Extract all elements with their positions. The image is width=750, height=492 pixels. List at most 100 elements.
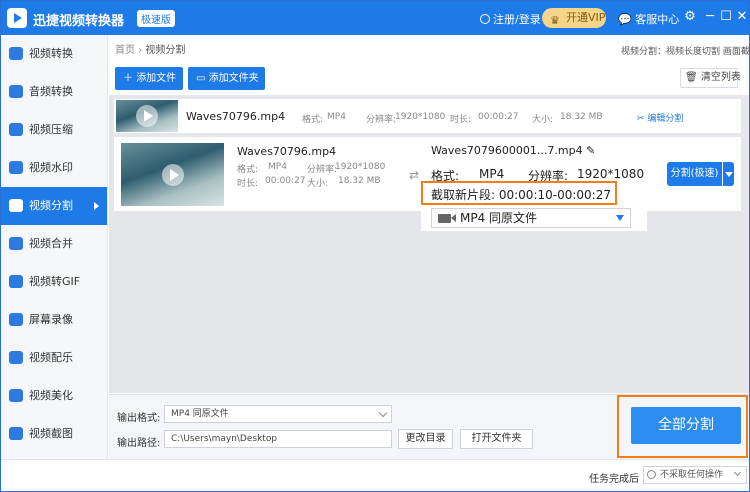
scissors-icon: ✂ xyxy=(637,114,645,124)
sidebar-item-label: 视频美化 xyxy=(29,389,73,402)
format-label: 格式: xyxy=(237,165,259,175)
format-label: 格式: xyxy=(302,115,324,125)
sidebar-item-label: 视频水印 xyxy=(29,161,73,174)
clock-icon xyxy=(647,470,656,479)
add-folder-button[interactable]: ▭ 添加文件夹 xyxy=(188,67,265,90)
split-icon xyxy=(9,199,23,212)
breadcrumb-home[interactable]: 首页 xyxy=(115,45,135,56)
video-convert-icon xyxy=(9,47,23,60)
add-file-button[interactable]: ＋ 添加文件 xyxy=(115,67,183,90)
edit-split-label: 编辑分割 xyxy=(647,114,684,124)
sidebar-item-label: 屏幕录像 xyxy=(29,313,73,326)
trash-icon: 🗑 xyxy=(685,72,698,83)
clear-list-button[interactable]: 🗑 清空列表 xyxy=(680,68,741,88)
edit-split-link[interactable]: ✂ 编辑分割 xyxy=(637,111,683,124)
output-path-field[interactable]: C:\Users\mayn\Desktop xyxy=(164,430,392,448)
feature-description: 视频分割：视频长度切割 画面截剪 xyxy=(621,47,750,57)
breadcrumb: 首页 › 视频分割 xyxy=(115,41,185,56)
sidebar-item-label: 视频压缩 xyxy=(29,123,73,136)
close-button[interactable]: ✕ xyxy=(734,9,749,24)
output-file-name[interactable]: Waves7079600001...7.mp4 ✎ xyxy=(431,144,595,157)
crown-icon: ♛ xyxy=(550,14,560,27)
settings-icon[interactable]: ⚙ xyxy=(682,9,698,24)
size-value: 18.32 MB xyxy=(338,176,381,186)
resolution-value: 1920*1080 xyxy=(395,112,446,122)
split-all-button[interactable]: 全部分割 xyxy=(631,407,741,444)
music-icon xyxy=(9,351,23,364)
service-label: 客服中心 xyxy=(635,13,680,26)
sidebar-item-label: 视频分割 xyxy=(29,199,73,212)
app-title: 迅捷视频转换器 xyxy=(33,14,125,29)
sidebar-item-video-music[interactable]: 视频配乐 xyxy=(1,339,107,377)
output-format-dropdown-value: MP4 同原文件 xyxy=(171,409,229,419)
title-bar: 迅捷视频转换器 极速版 注册/登录 ♛ 开通VIP 💬 客服中心 ⚙ ─ ☐ ✕ xyxy=(1,1,749,35)
sidebar-item-label: 视频转换 xyxy=(29,47,73,60)
resolution-value: 1920*1080 xyxy=(335,162,386,172)
shuffle-icon: ⇄ xyxy=(409,168,420,182)
sidebar-item-video-compress[interactable]: 视频压缩 xyxy=(1,111,107,149)
sidebar-item-label: 音频转换 xyxy=(29,85,73,98)
pencil-icon[interactable]: ✎ xyxy=(586,144,595,157)
sidebar-item-video-screenshot[interactable]: 视频截图 xyxy=(1,415,107,453)
audio-convert-icon xyxy=(9,85,23,98)
video-thumbnail[interactable] xyxy=(116,100,178,132)
minimize-button[interactable]: ─ xyxy=(702,9,718,24)
duration-label: 时长: xyxy=(237,179,259,189)
file-name: Waves70796.mp4 xyxy=(186,110,286,123)
add-file-label: 添加文件 xyxy=(136,73,177,84)
task-done-select[interactable]: 不采取任何操作 xyxy=(643,466,747,484)
output-format-select[interactable]: MP4 同原文件 xyxy=(431,208,631,228)
sidebar-item-video-gif[interactable]: 视频转GIF xyxy=(1,263,107,301)
sidebar-item-label: 视频合并 xyxy=(29,237,73,250)
resolution-label: 分辨率: xyxy=(307,165,338,175)
sidebar-item-video-beautify[interactable]: 视频美化 xyxy=(1,377,107,415)
clear-list-label: 清空列表 xyxy=(700,72,741,83)
breadcrumb-current: 视频分割 xyxy=(145,45,186,56)
file-name: Waves70796.mp4 xyxy=(237,145,337,158)
breadcrumb-separator: › xyxy=(138,45,143,56)
vip-button[interactable]: ♛ 开通VIP xyxy=(542,8,606,28)
watermark-icon xyxy=(9,161,23,174)
sidebar-item-screen-record[interactable]: 屏幕录像 xyxy=(1,301,107,339)
customer-service-link[interactable]: 💬 客服中心 xyxy=(618,11,679,27)
split-fast-button[interactable]: 分割(极速) xyxy=(667,162,722,186)
sidebar-item-video-convert[interactable]: 视频转换 xyxy=(1,35,107,73)
segment-range: 截取新片段: 00:00:10-00:00:27 xyxy=(431,188,611,202)
login-link[interactable]: 注册/登录 xyxy=(480,11,541,27)
open-folder-button[interactable]: 打开文件夹 xyxy=(460,429,533,449)
duration-value: 00:00:27 xyxy=(478,112,519,122)
login-label: 注册/登录 xyxy=(493,13,541,26)
video-thumbnail[interactable] xyxy=(121,143,224,206)
output-format-select-label: MP4 同原文件 xyxy=(460,211,538,225)
size-label: 大小: xyxy=(532,115,554,125)
output-name-label: Waves7079600001...7.mp4 xyxy=(431,144,583,157)
sidebar: 视频转换 音频转换 视频压缩 视频水印 视频分割 视频合并 视频转GIF 屏幕录… xyxy=(1,35,108,459)
output-format-label: 输出格式: xyxy=(117,413,161,424)
play-icon xyxy=(136,105,158,127)
output-path-label: 输出路径: xyxy=(117,438,161,449)
sidebar-item-video-split[interactable]: 视频分割 xyxy=(1,187,107,225)
sidebar-item-video-merge[interactable]: 视频合并 xyxy=(1,225,107,263)
change-directory-button[interactable]: 更改目录 xyxy=(398,429,453,449)
play-icon xyxy=(161,163,184,186)
resolution-label: 分辨率: xyxy=(366,115,397,125)
duration-label: 时长: xyxy=(450,115,472,125)
screenshot-icon xyxy=(9,427,23,440)
duration-value: 00:00:27 xyxy=(265,176,306,186)
beautify-icon xyxy=(9,389,23,402)
caret-down-icon xyxy=(616,215,624,221)
sidebar-item-label: 视频截图 xyxy=(29,427,73,440)
maximize-button[interactable]: ☐ xyxy=(718,9,734,24)
app-logo-icon xyxy=(7,8,27,28)
sidebar-item-watermark[interactable]: 视频水印 xyxy=(1,149,107,187)
task-done-label: 任务完成后 xyxy=(589,474,639,485)
chat-icon: 💬 xyxy=(618,13,632,26)
split-options-dropdown[interactable] xyxy=(723,162,734,186)
vip-label: 开通VIP xyxy=(566,11,606,24)
output-format-dropdown[interactable]: MP4 同原文件 xyxy=(164,405,392,423)
app-window: 迅捷视频转换器 极速版 注册/登录 ♛ 开通VIP 💬 客服中心 ⚙ ─ ☐ ✕ … xyxy=(0,0,750,492)
size-value: 18.32 MB xyxy=(560,112,603,122)
task-done-value: 不采取任何操作 xyxy=(660,470,724,480)
edition-badge: 极速版 xyxy=(137,10,175,27)
sidebar-item-audio-convert[interactable]: 音频转换 xyxy=(1,73,107,111)
